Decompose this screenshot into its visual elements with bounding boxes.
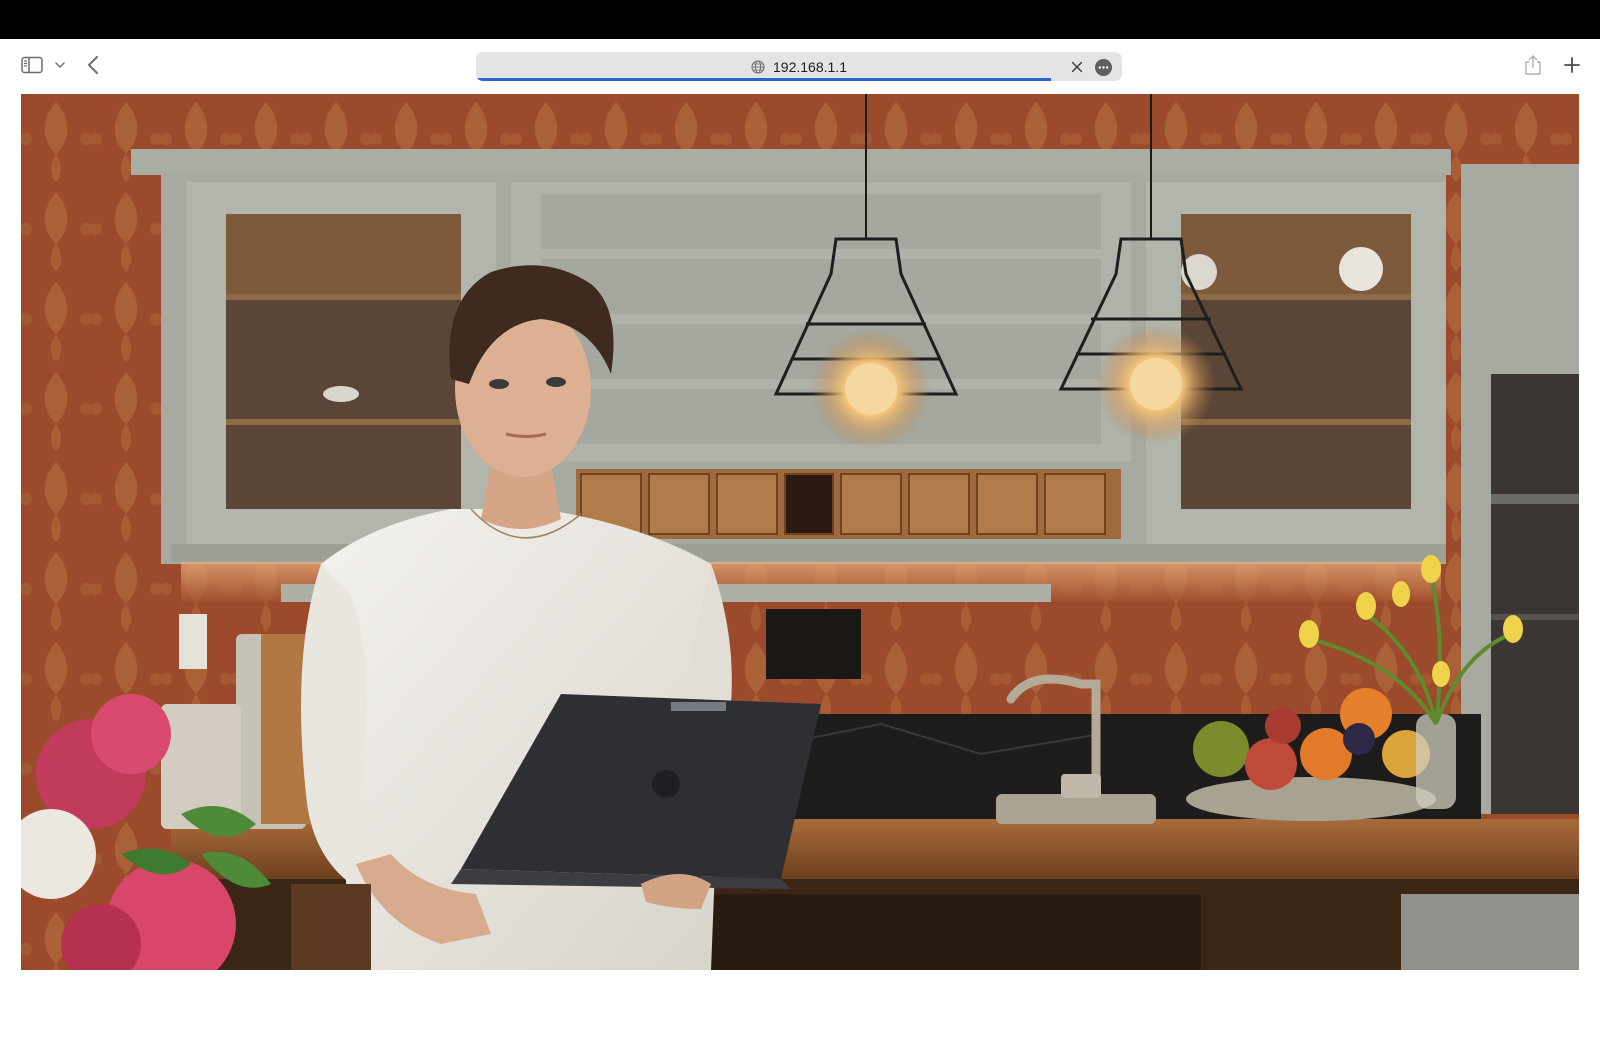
sidebar-menu-button[interactable] [52,55,68,75]
chevron-down-icon [55,61,65,68]
share-button[interactable] [1520,50,1546,80]
close-icon [1071,61,1083,73]
url-text[interactable]: 192.168.1.1 [773,59,847,75]
plus-icon [1564,57,1580,73]
globe-icon [751,59,765,74]
page-menu-button[interactable] [1094,58,1112,76]
address-bar[interactable]: 192.168.1.1 [476,52,1122,81]
back-button[interactable] [82,51,104,79]
web-content [21,94,1579,970]
clear-url-button[interactable] [1068,58,1086,76]
share-icon [1525,55,1541,75]
kitchen-photo [21,94,1579,970]
new-tab-button[interactable] [1559,51,1585,79]
sidebar-toggle-button[interactable] [18,53,46,77]
chevron-left-icon [88,56,98,74]
ellipsis-circle-icon [1094,58,1112,76]
status-bar [0,0,1600,39]
browser-toolbar: 192.168.1.1 [0,39,1600,94]
sidebar-icon [21,56,43,74]
